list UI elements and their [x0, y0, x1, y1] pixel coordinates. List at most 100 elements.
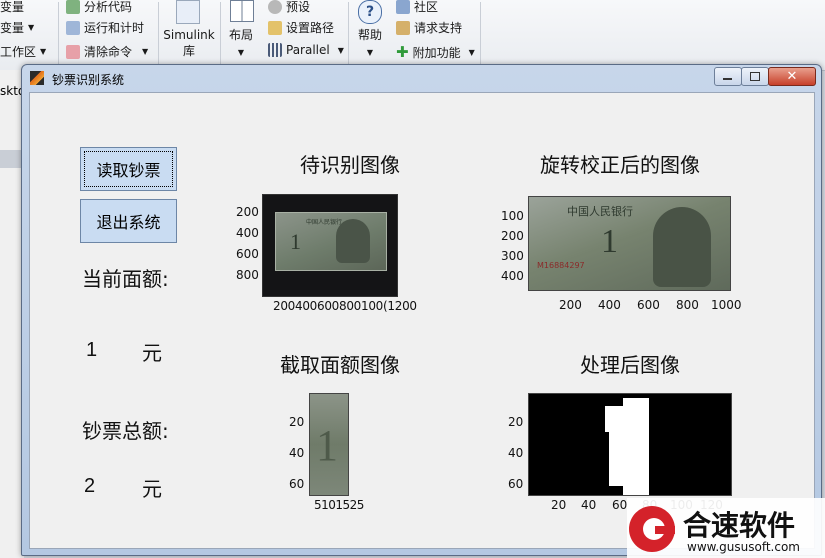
watermark-brand: 合速软件 — [683, 509, 796, 542]
watermark-logo-icon — [629, 506, 675, 552]
cropped-image: 1 — [309, 393, 349, 496]
banknote-header: 中国人民银行 — [567, 205, 633, 218]
axes4-ytick: 60 — [508, 477, 524, 491]
read-banknote-button[interactable]: 读取钞票 — [80, 147, 177, 191]
exit-system-button[interactable]: 退出系统 — [80, 199, 177, 243]
toolstrip-label: 设置路径 — [286, 21, 335, 35]
watermark: 合速软件 www.gususoft.com — [627, 498, 825, 558]
portrait-image — [336, 219, 370, 263]
toolstrip-item[interactable]: 工作区 ▼ — [0, 43, 46, 60]
parallel-icon — [268, 43, 282, 57]
minimize-icon — [723, 78, 732, 80]
digit-flag — [605, 406, 625, 432]
current-amount-unit: 元 — [142, 341, 162, 365]
help-icon[interactable]: ? — [358, 0, 382, 24]
current-amount-value: 1 — [86, 339, 98, 361]
axes2-xtick: 800 — [676, 298, 699, 312]
total-amount-unit: 元 — [142, 477, 162, 501]
add-ons-button[interactable]: ✚ 附加功能 ▼ — [396, 43, 475, 61]
axes3-title: 截取面额图像 — [280, 353, 400, 377]
toolstrip-label: 预设 — [286, 0, 311, 14]
matlab-toolstrip: 变量 变量 ▼ 工作区 ▼ 分析代码 运行和计时 清除命令 ▼ Simulink 库 布… — [0, 0, 825, 71]
toolstrip-label: 请求支持 — [414, 21, 463, 35]
axes1-ytick: 800 — [236, 268, 259, 282]
axes2-ytick: 400 — [501, 269, 524, 283]
toolstrip-item[interactable]: 变量 ▼ — [0, 19, 34, 36]
axes2-ytick: 100 — [501, 209, 524, 223]
minimize-button[interactable] — [714, 67, 742, 86]
simulink-library-icon[interactable] — [176, 0, 200, 24]
chevron-down-icon: ▼ — [337, 45, 344, 55]
processed-image — [528, 393, 732, 496]
close-icon: ✕ — [786, 69, 798, 84]
folder-icon — [268, 20, 282, 35]
support-icon — [396, 20, 410, 35]
axes1-ytick: 600 — [236, 247, 259, 261]
close-button[interactable]: ✕ — [768, 67, 816, 86]
toolstrip-label: 工作区 — [0, 45, 37, 59]
timer-icon — [66, 20, 80, 35]
toolstrip-label: 变量 — [0, 21, 25, 35]
axes2-ytick: 300 — [501, 249, 524, 263]
chevron-down-icon: ▼ — [237, 48, 245, 57]
layout-icon[interactable] — [230, 0, 254, 22]
toolstrip-label: 运行和计时 — [84, 21, 145, 35]
toolstrip-divider — [158, 2, 159, 64]
current-amount-label: 当前面额: — [82, 267, 169, 291]
window-title: 钞票识别系统 — [52, 73, 125, 87]
total-amount-value: 2 — [84, 475, 96, 497]
axes1-ytick: 400 — [236, 226, 259, 240]
maximize-icon — [750, 72, 760, 81]
figure-window: 钞票识别系统 ✕ 读取钞票 退出系统 当前面额: 1 元 钞票总额: 2 元 待… — [21, 64, 822, 556]
banknote-image: 中国人民银行 1 — [275, 212, 387, 271]
analyze-code-button[interactable]: 分析代码 — [66, 0, 132, 15]
axes3-xticks: 5101525 — [314, 498, 364, 512]
digit-stem-left — [609, 432, 623, 486]
axes2-xtick: 600 — [637, 298, 660, 312]
rotated-image: 中国人民银行 M16884297 1 — [528, 196, 731, 291]
chevron-down-icon: ▼ — [366, 48, 374, 57]
analyze-icon — [66, 0, 80, 14]
source-image: 中国人民银行 1 — [262, 194, 398, 297]
set-path-button[interactable]: 设置路径 — [268, 19, 334, 36]
axes3-ytick: 20 — [289, 415, 305, 429]
request-support-button[interactable]: 请求支持 — [396, 19, 462, 36]
axes4-xtick: 20 — [551, 498, 567, 512]
axes3-ytick: 40 — [289, 446, 305, 460]
toolstrip-label: 社区 — [414, 0, 439, 14]
preferences-button[interactable]: 预设 — [268, 0, 310, 15]
axes4-title: 处理后图像 — [580, 353, 680, 377]
toolstrip-divider — [58, 2, 59, 64]
toolstrip-label: Parallel — [286, 43, 330, 57]
help-button[interactable]: 帮助 ▼ — [354, 27, 386, 61]
axes2-ytick: 200 — [501, 229, 524, 243]
parallel-button[interactable]: Parallel ▼ — [268, 43, 344, 57]
clear-commands-button[interactable]: 清除命令 ▼ — [66, 43, 148, 60]
banknote-header: 中国人民银行 — [306, 219, 343, 226]
toolstrip-label: 分析代码 — [84, 0, 133, 14]
portrait-image — [653, 207, 711, 287]
toolstrip-label: 变量 — [0, 0, 25, 14]
toolstrip-divider — [348, 2, 349, 64]
chevron-down-icon: ▼ — [40, 47, 47, 56]
community-button[interactable]: 社区 — [396, 0, 438, 15]
chevron-down-icon: ▼ — [142, 47, 149, 56]
axes4-xtick: 40 — [581, 498, 597, 512]
banknote-serial: M16884297 — [537, 261, 585, 270]
toolstrip-item[interactable]: 变量 — [0, 0, 24, 15]
total-amount-label: 钞票总额: — [82, 419, 169, 443]
banknote-denomination: 1 — [601, 223, 618, 260]
toolstrip-divider — [480, 2, 481, 64]
toolstrip-label: 布局 — [228, 28, 253, 42]
matlab-logo-icon — [30, 71, 44, 85]
banknote-denomination: 1 — [290, 229, 301, 254]
simulink-library-button[interactable]: Simulink 库 — [163, 27, 215, 59]
run-and-time-button[interactable]: 运行和计时 — [66, 19, 144, 36]
chevron-down-icon: ▼ — [468, 47, 475, 57]
cropped-denomination: 1 — [316, 421, 338, 470]
layout-button[interactable]: 布局 ▼ — [224, 27, 258, 61]
toolstrip-label: Simulink — [163, 28, 215, 42]
axes2-xtick: 200 — [559, 298, 582, 312]
maximize-button[interactable] — [741, 67, 769, 86]
toolstrip-divider — [220, 2, 221, 64]
